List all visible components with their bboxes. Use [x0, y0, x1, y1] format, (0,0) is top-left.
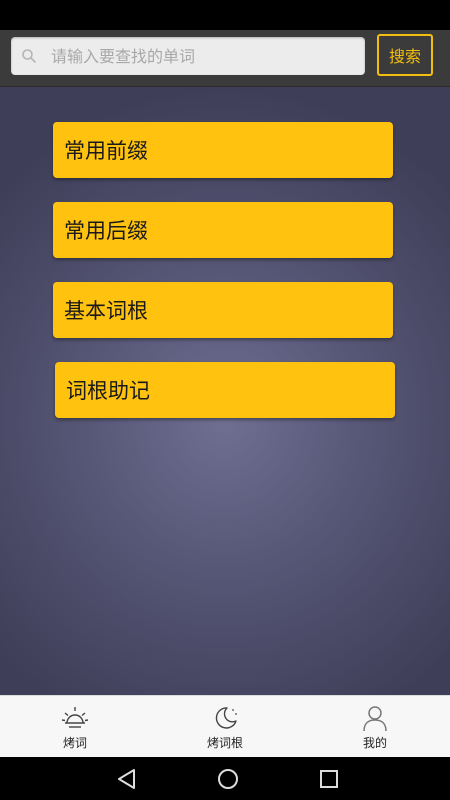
recents-icon[interactable]	[316, 766, 342, 792]
moon-icon	[215, 707, 237, 729]
menu-item-root-mnemonics[interactable]: 词根助记	[55, 362, 395, 418]
menu-item-common-prefixes[interactable]: 常用前缀	[53, 122, 393, 178]
search-input[interactable]	[51, 37, 351, 75]
search-bar: 搜索	[0, 30, 450, 87]
user-icon	[363, 706, 387, 732]
menu-item-label: 词根助记	[66, 379, 150, 403]
menu-item-basic-roots[interactable]: 基本词根	[53, 282, 393, 338]
sun-icon	[61, 707, 89, 728]
tab-roast-roots[interactable]: 烤词根	[150, 696, 300, 758]
search-icon	[22, 49, 36, 63]
tab-label: 烤词	[62, 736, 87, 750]
menu-item-common-suffixes[interactable]: 常用后缀	[53, 202, 393, 258]
menu-item-label: 常用后缀	[64, 219, 148, 243]
back-icon[interactable]	[114, 766, 140, 792]
tab-label: 我的	[362, 736, 387, 750]
system-nav-bar	[0, 757, 450, 800]
tab-roast-words[interactable]: 烤词	[0, 696, 150, 758]
bottom-tab-bar: 烤词 烤词根 我的	[0, 695, 450, 758]
tab-label: 烤词根	[206, 736, 243, 750]
menu-item-label: 基本词根	[64, 299, 148, 323]
menu-item-label: 常用前缀	[64, 139, 148, 163]
tab-mine[interactable]: 我的	[300, 696, 450, 758]
search-button[interactable]: 搜索	[377, 34, 433, 76]
main-content: 常用前缀 常用后缀 基本词根 词根助记	[0, 87, 450, 695]
home-icon[interactable]	[215, 766, 241, 792]
status-bar	[0, 0, 450, 30]
search-field[interactable]	[11, 37, 365, 75]
